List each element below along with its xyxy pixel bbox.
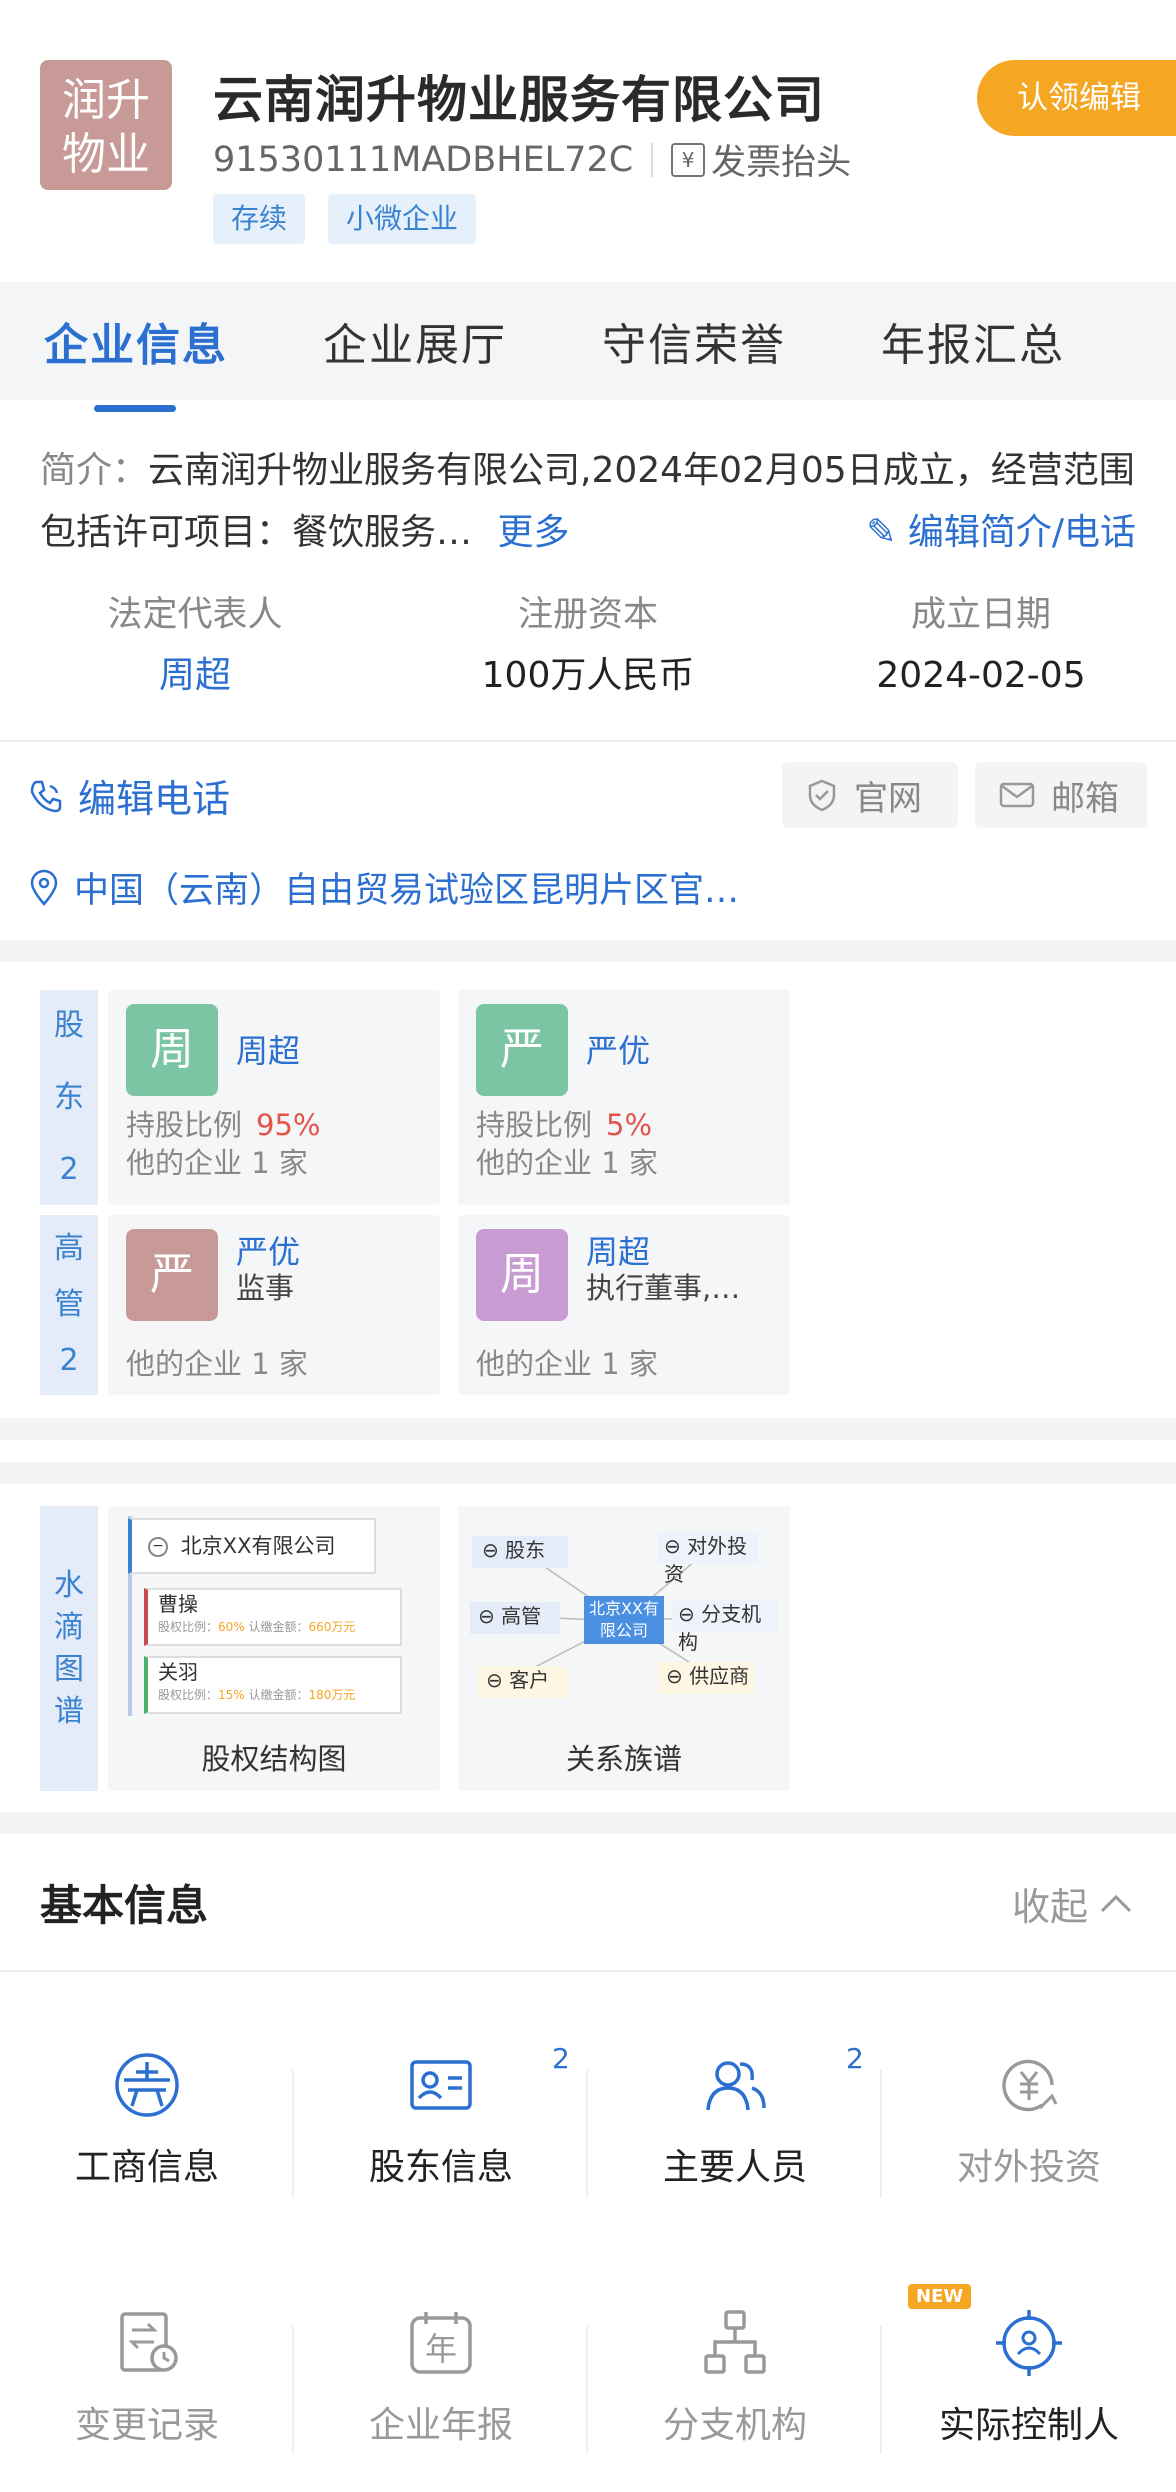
tab-bar: 企业信息 企业展厅 守信荣誉 年报汇总 — [0, 282, 1176, 412]
other-companies: 他的企业 1 家 — [476, 1146, 658, 1180]
claim-edit-button[interactable]: 认领编辑 — [977, 60, 1176, 136]
tab-annual-summary[interactable]: 年报汇总 — [881, 309, 1065, 373]
relation-node: ⊖ 高管 — [470, 1602, 560, 1634]
executives-label[interactable]: 高管2 — [40, 1215, 98, 1395]
tab-honors[interactable]: 守信荣誉 — [602, 309, 786, 373]
invoice-icon[interactable]: ¥ — [671, 142, 706, 177]
shareholder-card[interactable]: 严 严优 持股比例 5% 他的企业 1 家 — [458, 990, 790, 1205]
divider — [0, 1970, 1176, 1972]
executive-role: 监事 — [236, 1271, 295, 1305]
executive-card[interactable]: 严 严优 监事 他的企业 1 家 — [108, 1215, 440, 1395]
legal-rep-field: 法定代表人 周超 — [0, 590, 390, 706]
active-tab-indicator — [94, 405, 176, 412]
relation-node: ⊖ 对外投资 — [658, 1532, 758, 1586]
location-icon — [30, 869, 58, 906]
equity-holder-node: 曹操 股权比例：60% 认缴金额：660万元 — [144, 1588, 402, 1646]
investment-entry[interactable]: 对外投资 — [882, 2050, 1176, 2190]
shield-icon — [808, 779, 836, 812]
invoice-title-link[interactable]: 发票抬头 — [711, 134, 851, 185]
relation-caption: 关系族谱 — [565, 1742, 682, 1776]
people-icon — [706, 2061, 766, 2111]
edit-phone-button[interactable]: 编辑电话 — [26, 768, 230, 823]
ratio-value: 95% — [256, 1108, 321, 1142]
company-name: 云南润升物业服务有限公司 — [213, 71, 825, 129]
shareholder-card[interactable]: 周 周超 持股比例 95% 他的企业 1 家 — [108, 990, 440, 1205]
relation-node: ⊖ 分支机构 — [672, 1600, 778, 1654]
equity-holder-node: 关羽 股权比例：15% 认缴金额：180万元 — [144, 1656, 402, 1714]
website-button[interactable]: 官网 — [782, 762, 958, 828]
annual-report-icon: 年 — [410, 2312, 472, 2374]
executive-card[interactable]: 周 周超 执行董事,… 他的企业 1 家 — [458, 1215, 790, 1395]
status-badge: 存续 — [213, 194, 306, 244]
equity-caption: 股权结构图 — [201, 1742, 347, 1776]
equity-structure-card[interactable]: − 北京XX有限公司 曹操 股权比例：60% 认缴金额：660万元 关羽 股权比… — [108, 1506, 440, 1791]
phone-icon — [30, 780, 62, 812]
legal-rep-link[interactable]: 周超 — [0, 646, 390, 706]
business-info-entry[interactable]: 工商信息 — [0, 2050, 294, 2190]
shareholder-info-entry[interactable]: 股东信息 — [294, 2050, 588, 2190]
shareholder-name[interactable]: 严优 — [586, 1026, 650, 1072]
shareholder-count-badge: 2 — [552, 2042, 570, 2075]
avatar: 严 — [476, 1004, 568, 1096]
section-gap — [0, 1462, 1176, 1484]
section-gap — [0, 1418, 1176, 1440]
address-link[interactable]: 中国（云南）自由贸易试验区昆明片区官… — [26, 862, 739, 913]
shareholders-label[interactable]: 股东2 — [40, 990, 98, 1205]
basic-info-title: 基本信息 — [40, 1881, 209, 1930]
shareholder-card-icon — [410, 2060, 472, 2110]
new-badge: NEW — [908, 2284, 972, 2309]
edit-intro-phone-link[interactable]: ✎ 编辑简介/电话 — [856, 502, 1136, 564]
collapse-node-icon: − — [148, 1537, 168, 1557]
relation-node: ⊖ 股东 — [472, 1536, 568, 1568]
personnel-count-badge: 2 — [846, 2042, 864, 2075]
avatar: 周 — [476, 1229, 568, 1321]
company-logo: 润升物业 — [40, 60, 172, 190]
other-companies: 他的企业 1 家 — [126, 1146, 308, 1180]
investment-icon — [1002, 2059, 1058, 2112]
change-record-entry[interactable]: 变更记录 — [0, 2308, 294, 2448]
actual-controller-entry[interactable]: 实际控制人 — [882, 2308, 1176, 2448]
svg-text:年: 年 — [425, 2330, 457, 2368]
other-companies: 他的企业 1 家 — [126, 1347, 308, 1381]
mail-icon — [999, 782, 1035, 808]
executive-role: 执行董事,… — [586, 1271, 741, 1305]
branch-icon — [704, 2310, 766, 2374]
equity-company-node: − 北京XX有限公司 — [128, 1518, 376, 1574]
intro-more-link[interactable]: 更多 — [497, 512, 569, 553]
business-info-icon — [115, 2053, 179, 2117]
size-badge: 小微企业 — [328, 194, 477, 244]
ratio-value: 5% — [606, 1108, 653, 1142]
credit-code: 91530111MADBHEL72C — [213, 139, 634, 180]
relation-graph-card[interactable]: 北京XX有限公司 ⊖ 股东 ⊖ 对外投资 ⊖ 高管 ⊖ 分支机构 ⊖ 客户 ⊖ … — [458, 1506, 790, 1791]
change-record-icon — [120, 2312, 178, 2372]
controller-icon — [996, 2310, 1062, 2376]
graph-label[interactable]: 水滴图谱 — [40, 1506, 98, 1791]
avatar: 严 — [126, 1229, 218, 1321]
shareholder-name[interactable]: 周超 — [236, 1026, 300, 1072]
tab-company-info[interactable]: 企业信息 — [44, 309, 228, 412]
key-personnel-entry[interactable]: 主要人员 — [588, 2050, 882, 2190]
section-gap — [0, 940, 1176, 962]
collapse-button[interactable]: 收起 — [1012, 1876, 1136, 1931]
tab-exhibition[interactable]: 企业展厅 — [323, 309, 507, 373]
divider — [0, 740, 1176, 742]
established-date-field: 成立日期 2024-02-05 — [876, 595, 1086, 696]
registered-capital-field: 注册资本 100万人民币 — [481, 595, 695, 696]
divider — [651, 142, 654, 177]
avatar: 周 — [126, 1004, 218, 1096]
chevron-up-icon — [1100, 1894, 1132, 1912]
branch-entry[interactable]: 分支机构 — [588, 2308, 882, 2448]
relation-node: ⊖ 客户 — [478, 1666, 568, 1698]
email-button[interactable]: 邮箱 — [975, 762, 1147, 828]
annual-report-entry[interactable]: 年 企业年报 — [294, 2308, 588, 2448]
intro-label: 简介： — [40, 450, 149, 491]
pencil-icon: ✎ — [866, 512, 897, 553]
credit-code-row: 91530111MADBHEL72C ¥ 发票抬头 — [213, 134, 851, 185]
relation-node: ⊖ 供应商 — [658, 1662, 754, 1694]
other-companies: 他的企业 1 家 — [476, 1347, 658, 1381]
relation-center-node: 北京XX有限公司 — [584, 1596, 664, 1644]
section-gap — [0, 1812, 1176, 1834]
